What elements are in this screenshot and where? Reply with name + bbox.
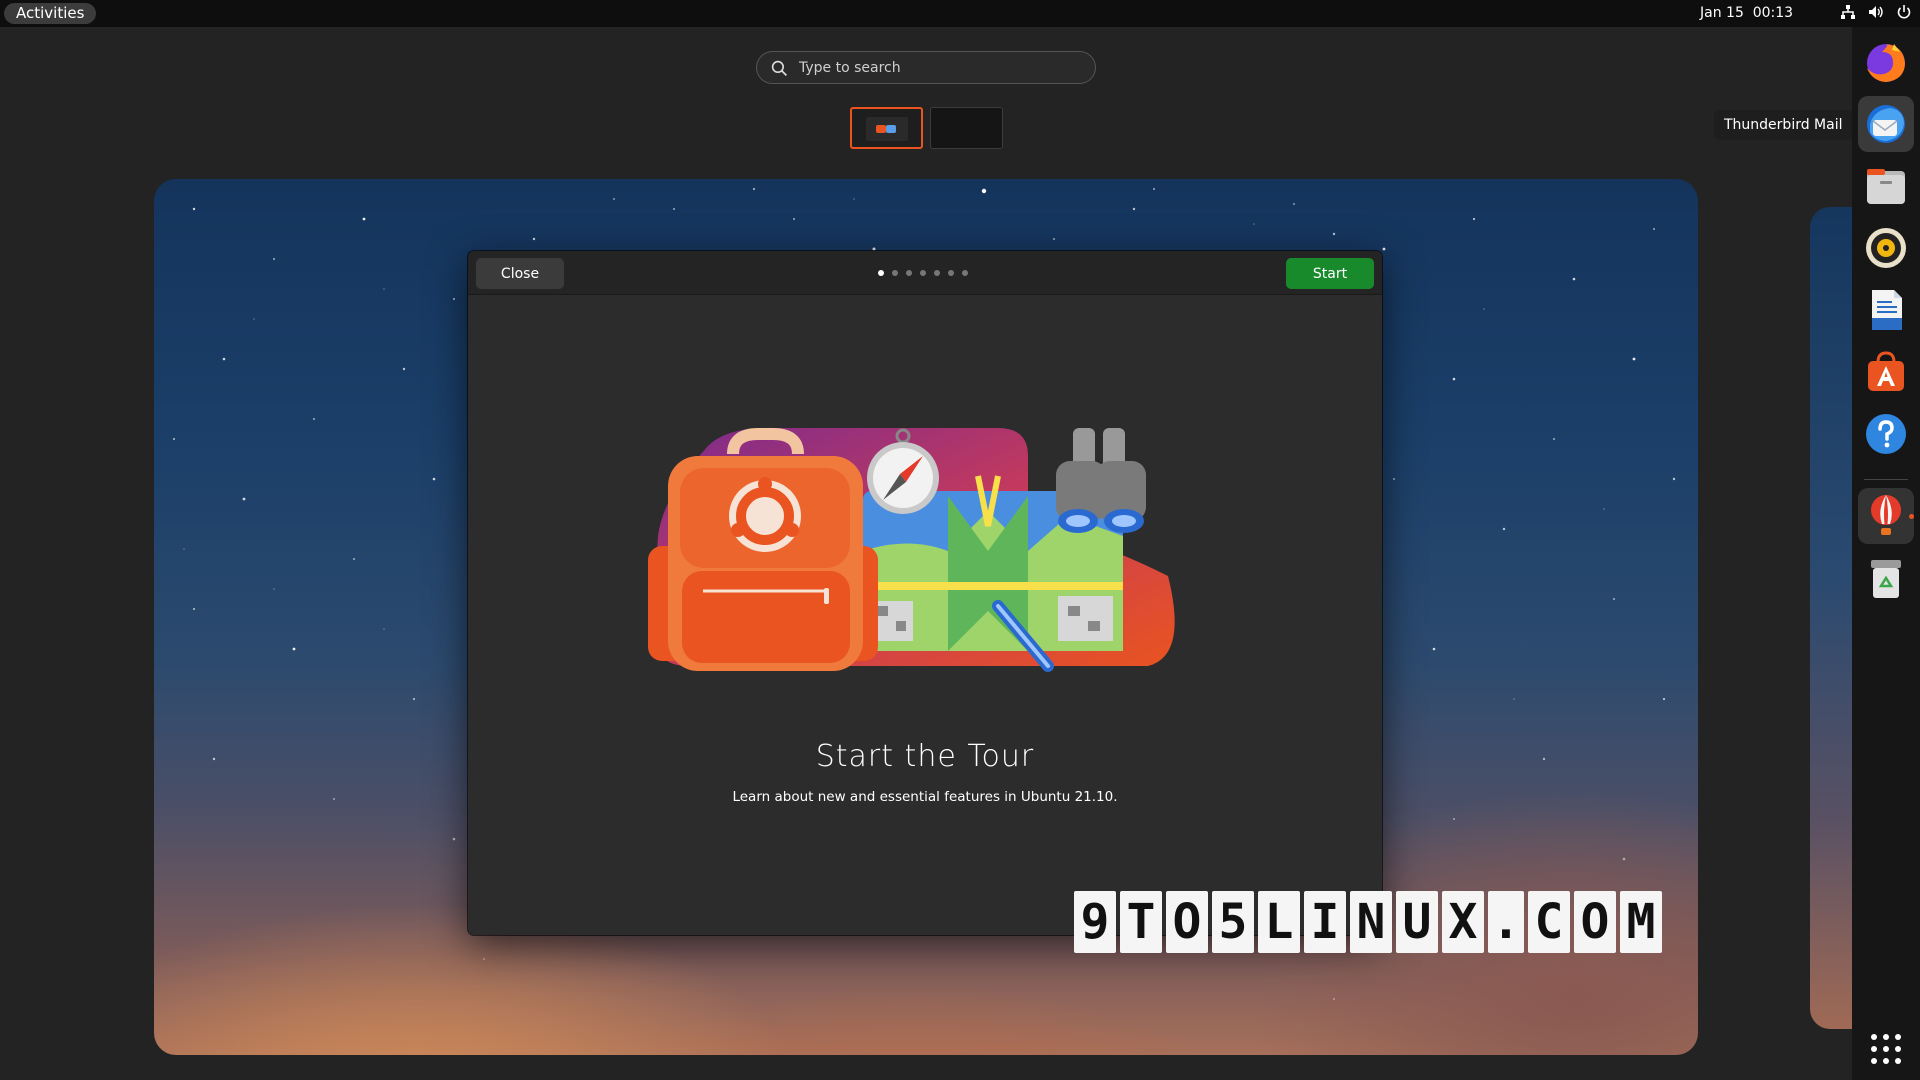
page-indicator [878,270,968,276]
workspace-thumbnail-1[interactable] [850,107,923,149]
welcome-window[interactable]: Close Start Start the Tour Learn about n… [468,251,1382,935]
tour-subtitle: Learn about new and essential features i… [732,789,1118,805]
dock-item-help[interactable] [1858,406,1914,462]
files-icon [1867,169,1905,204]
page-dot-3[interactable] [906,270,912,276]
window-preview-mini [866,117,908,141]
clock[interactable]: Jan 15 00:13 [1700,0,1793,27]
search-entry[interactable] [756,51,1096,84]
rhythmbox-icon [1866,228,1906,268]
network-icon[interactable] [1840,4,1856,20]
mini-illustration-right [886,125,896,133]
volume-icon[interactable] [1868,4,1884,20]
firefox-icon [1867,44,1905,82]
watermark-letter: T [1120,891,1162,953]
watermark-letter: 5 [1212,891,1254,953]
dock-item-trash[interactable] [1858,550,1914,606]
watermark-letter: 9 [1074,891,1116,953]
activities-button[interactable]: Activities [4,3,97,24]
search-icon [771,60,788,77]
running-indicator [1909,514,1914,519]
watermark-letter: I [1304,891,1346,953]
dock [1852,27,1920,1080]
page-dot-5[interactable] [934,270,940,276]
watermark: 9 T O 5 L I N U X . C O M [1074,891,1662,953]
dock-item-welcome[interactable] [1858,488,1914,544]
start-button[interactable]: Start [1286,258,1374,289]
backpack-icon [648,428,878,671]
tour-illustration [648,427,1175,672]
watermark-letter: C [1528,891,1570,953]
watermark-letter: M [1620,891,1662,953]
ubuntu-software-icon [1868,351,1904,391]
page-dot-6[interactable] [948,270,954,276]
mini-illustration-left [876,125,886,133]
page-dot-4[interactable] [920,270,926,276]
dock-item-thunderbird[interactable] [1858,96,1914,152]
trash-icon [1871,560,1901,598]
page-dot-1[interactable] [878,270,884,276]
system-tray[interactable] [1840,4,1912,20]
watermark-letter: O [1574,891,1616,953]
dock-item-rhythmbox[interactable] [1858,220,1914,276]
watermark-letter: L [1258,891,1300,953]
dock-tooltip: Thunderbird Mail [1714,110,1853,140]
dock-separator [1864,479,1908,480]
dock-item-software[interactable] [1858,344,1914,400]
workspace-thumbnail-2[interactable] [930,107,1003,149]
libreoffice-writer-icon [1872,290,1902,330]
top-bar: Activities Jan 15 00:13 [0,0,1920,27]
help-icon [1866,414,1906,454]
watermark-letter: U [1396,891,1438,953]
dock-item-files[interactable] [1858,158,1914,214]
watermark-letter: O [1166,891,1208,953]
watermark-letter: N [1350,891,1392,953]
page-dot-7[interactable] [962,270,968,276]
binoculars-icon [1056,428,1146,533]
tour-title: Start the Tour [815,739,1035,774]
thunderbird-icon [1867,105,1905,143]
power-icon[interactable] [1896,4,1912,20]
window-header: Close Start [468,251,1382,295]
dock-item-firefox[interactable] [1858,34,1914,90]
close-button[interactable]: Close [476,258,564,289]
show-apps-grid-icon[interactable] [1869,1032,1903,1066]
watermark-letter: X [1442,891,1484,953]
search-input[interactable] [797,52,1082,83]
watermark-letter: . [1488,891,1524,953]
dock-item-writer[interactable] [1858,282,1914,338]
welcome-balloon-icon [1871,495,1901,535]
page-dot-2[interactable] [892,270,898,276]
